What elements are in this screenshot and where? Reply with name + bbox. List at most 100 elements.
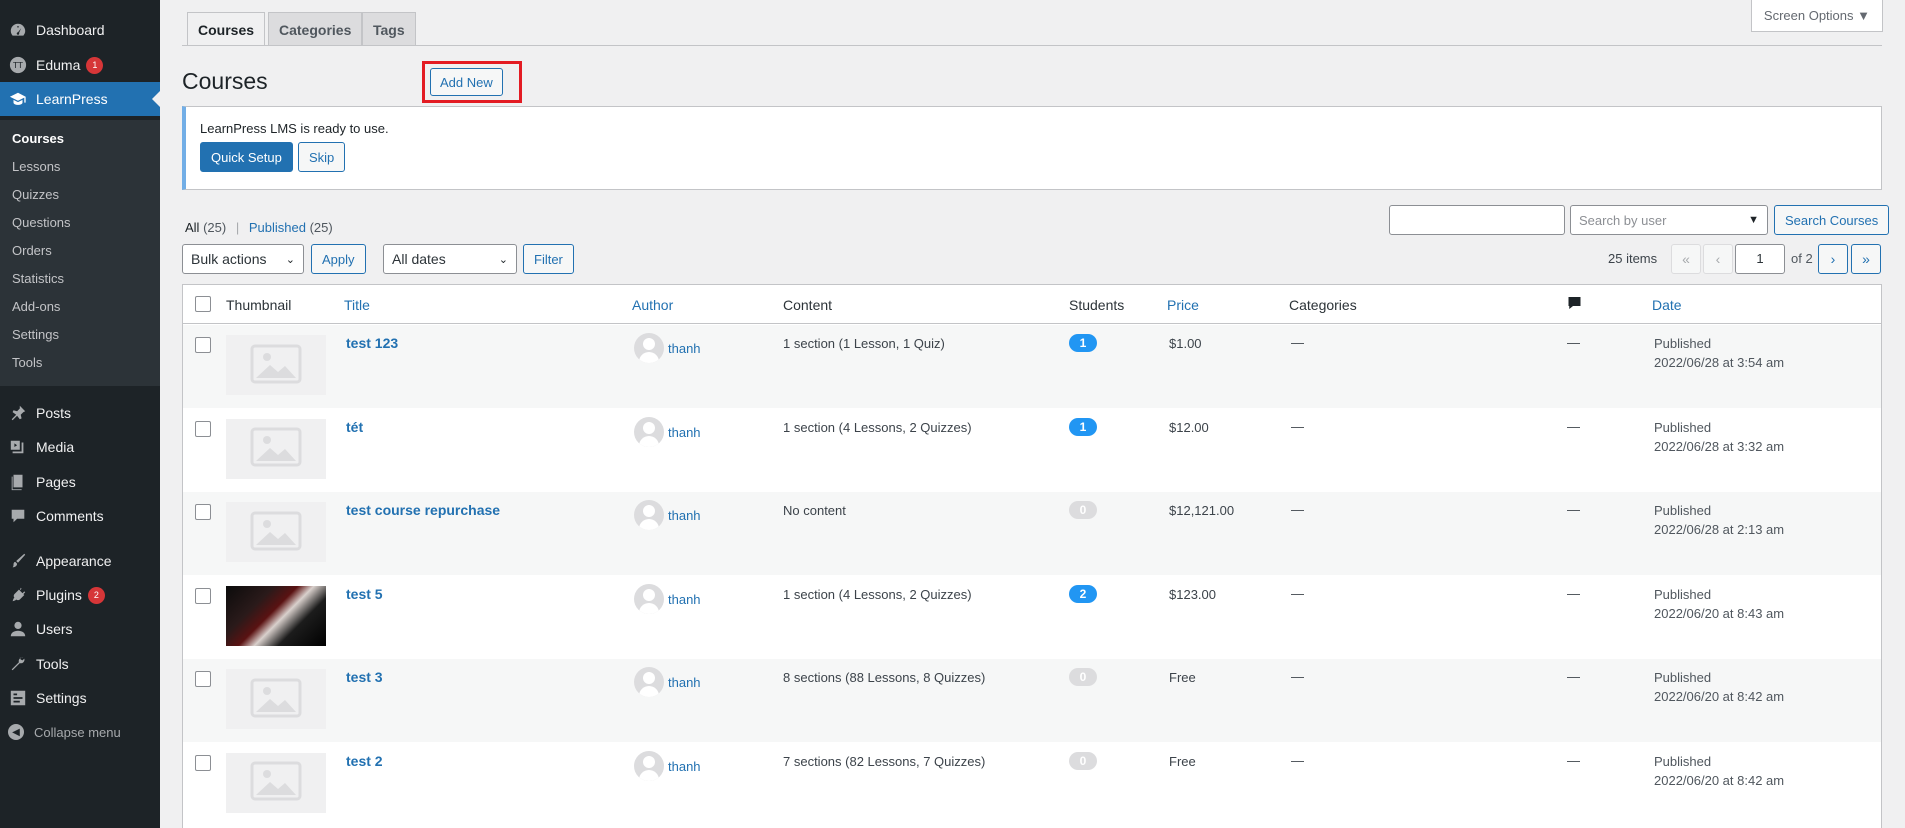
menu-dashboard[interactable]: Dashboard [0,13,160,47]
course-author-link[interactable]: thanh [668,759,701,774]
graduation-cap-icon [8,89,28,109]
menu-pages[interactable]: Pages [0,465,160,499]
course-content-summary: No content [783,503,846,518]
menu-tools-label: Tools [36,656,69,672]
media-icon [8,437,28,457]
submenu-add-ons[interactable]: Add-ons [12,299,60,314]
select-all-checkbox[interactable] [195,296,211,312]
course-price: $12.00 [1169,419,1209,435]
tab-tags[interactable]: Tags [362,12,416,46]
column-author[interactable]: Author [632,297,673,313]
plugin-icon [8,585,28,605]
view-published-link[interactable]: Published [249,220,306,235]
course-categories: — [1291,752,1304,768]
image-placeholder-icon [250,344,302,387]
course-author-link[interactable]: thanh [668,675,701,690]
course-title-link[interactable]: tét [346,419,363,435]
menu-posts[interactable]: Posts [0,396,160,430]
submenu-courses[interactable]: Courses [12,131,64,146]
course-thumbnail-placeholder[interactable] [226,502,326,562]
course-title-link[interactable]: test 5 [346,586,383,602]
row-checkbox[interactable] [195,504,211,520]
skip-button[interactable]: Skip [298,142,346,172]
learnpress-ready-notice: LearnPress LMS is ready to use. Quick Se… [182,106,1882,190]
search-by-user-select[interactable]: Search by user ▼ [1570,205,1768,235]
menu-users-label: Users [36,621,73,637]
menu-dashboard-label: Dashboard [36,22,105,38]
course-thumbnail-photo[interactable] [226,585,326,646]
course-content-summary: 8 sections (88 Lessons, 8 Quizzes) [783,670,986,685]
menu-learnpress[interactable]: LearnPress [0,82,160,116]
row-checkbox[interactable] [195,587,211,604]
students-count-badge: 1 [1069,417,1097,436]
row-checkbox[interactable] [195,420,211,437]
menu-comments[interactable]: Comments [0,499,160,533]
students-count-badge: 1 [1069,334,1097,352]
course-title-link[interactable]: test course repurchase [346,502,500,518]
course-status: Published [1654,336,1712,351]
submenu-lessons[interactable]: Lessons [12,159,60,174]
admin-sidebar: Dashboard TT Eduma 1 LearnPress Courses … [0,0,160,828]
column-title[interactable]: Title [344,297,370,313]
course-title-link[interactable]: test 123 [346,335,398,351]
bulk-actions-select[interactable]: Bulk actions ⌄ [182,244,304,274]
row-checkbox[interactable] [195,337,211,353]
course-status: Published [1654,419,1712,435]
course-author-link[interactable]: thanh [668,592,701,607]
submenu-statistics[interactable]: Statistics [12,271,64,286]
add-new-button[interactable]: Add New [430,68,503,96]
submenu-settings[interactable]: Settings [12,327,59,342]
submenu-quizzes[interactable]: Quizzes [12,187,59,202]
column-content: Content [783,297,833,313]
course-author-link[interactable]: thanh [668,425,701,440]
filter-button[interactable]: Filter [523,244,574,274]
row-checkbox[interactable] [195,754,211,771]
avatar [634,583,664,614]
dates-filter-select[interactable]: All dates ⌄ [383,244,517,274]
column-date[interactable]: Date [1652,297,1682,313]
menu-eduma[interactable]: TT Eduma 1 [0,48,160,82]
course-author-link[interactable]: thanh [668,508,701,523]
submenu-orders[interactable]: Orders [12,243,52,258]
menu-media[interactable]: Media [0,430,160,464]
course-title-link[interactable]: test 2 [346,753,383,769]
course-thumbnail-placeholder[interactable] [226,669,326,729]
submenu-questions[interactable]: Questions [12,215,71,230]
column-price[interactable]: Price [1167,297,1199,313]
submenu-tools[interactable]: Tools [12,355,42,370]
menu-appearance[interactable]: Appearance [0,544,160,578]
menu-users[interactable]: Users [0,612,160,646]
tab-categories[interactable]: Categories [268,12,363,46]
main-content: Courses Categories Tags Screen Options ▼… [160,0,1905,828]
course-author-link[interactable]: thanh [668,341,701,356]
row-checkbox[interactable] [195,671,211,687]
course-title-link[interactable]: test 3 [346,669,383,685]
collapse-menu-button[interactable]: ◀ Collapse menu [0,715,160,749]
current-page-input[interactable]: 1 [1735,244,1785,274]
screen-options-button[interactable]: Screen Options ▼ [1750,0,1883,32]
next-page-button[interactable]: › [1818,244,1848,274]
course-thumbnail-placeholder[interactable] [226,752,326,813]
menu-settings[interactable]: Settings [0,681,160,715]
course-content-summary: 1 section (4 Lessons, 2 Quizzes) [783,586,972,602]
course-status: Published [1654,503,1712,518]
menu-tools[interactable]: Tools [0,647,160,681]
tab-courses[interactable]: Courses [187,12,266,46]
students-count-badge: 0 [1069,751,1097,770]
course-categories: — [1291,418,1304,434]
view-all-link[interactable]: All [185,220,199,235]
last-page-button[interactable]: » [1851,244,1881,274]
course-thumbnail-placeholder[interactable] [226,335,326,395]
avatar [634,500,664,530]
eduma-update-badge: 1 [86,56,104,74]
course-content-summary: 1 section (1 Lesson, 1 Quiz) [783,336,945,351]
apply-button[interactable]: Apply [311,244,366,274]
course-status: Published [1654,753,1712,769]
quick-setup-button[interactable]: Quick Setup [200,142,293,172]
brush-icon [8,551,28,571]
search-courses-input[interactable] [1389,205,1565,235]
course-date: 2022/06/28 at 3:54 am [1654,355,1785,370]
search-courses-button[interactable]: Search Courses [1774,205,1890,235]
menu-plugins[interactable]: Plugins 2 [0,578,160,612]
course-thumbnail-placeholder[interactable] [226,418,326,479]
